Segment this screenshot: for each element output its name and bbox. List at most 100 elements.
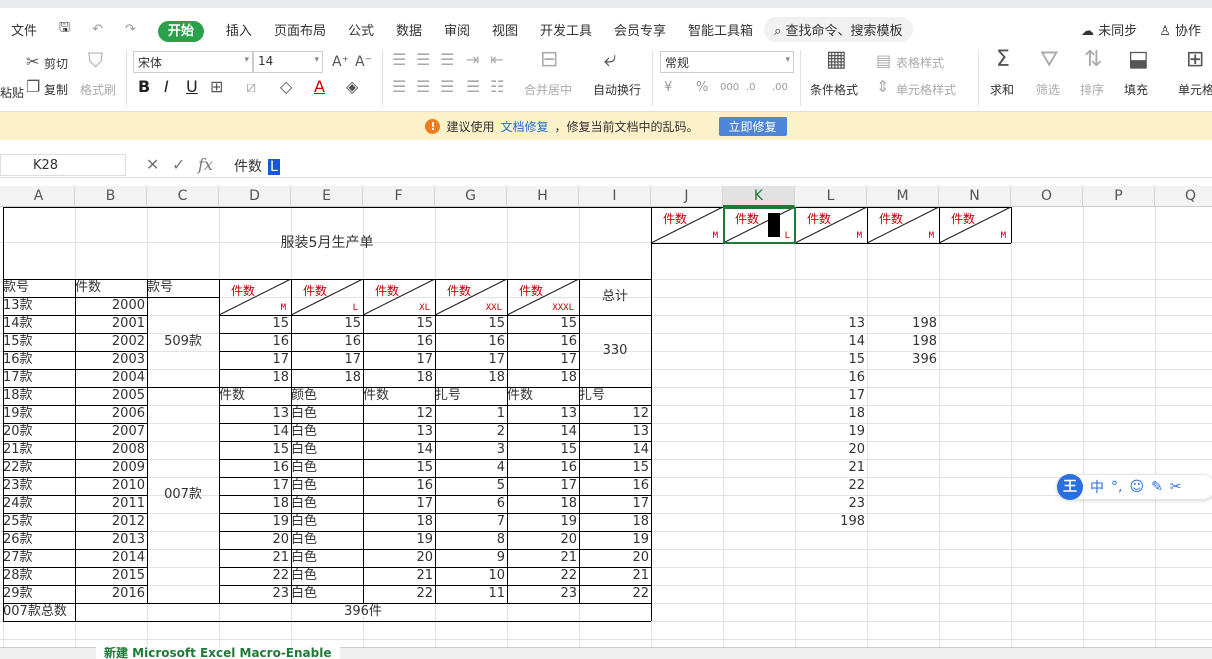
data-cell[interactable]: 13	[363, 423, 435, 441]
column-header-O[interactable]: O	[1011, 186, 1083, 207]
column-header-M[interactable]: M	[867, 186, 939, 207]
qty-cell[interactable]: 2015	[75, 567, 147, 585]
merge-center-button[interactable]: 合并居中	[524, 81, 572, 98]
data-cell[interactable]: 15	[507, 441, 579, 459]
column-header-H[interactable]: H	[507, 186, 579, 207]
confirm-icon[interactable]: ✓	[172, 155, 185, 174]
size-qty-cell[interactable]: 18	[219, 369, 291, 387]
data-cell[interactable]: 17	[579, 495, 651, 513]
spreadsheet-grid[interactable]: 服装5月生产单 款号 件数 款号 件数 M 件数 L 件数 XL 件数 XXL 件数 XXXL 总计 件数 M 件…	[0, 207, 1212, 647]
data-cell[interactable]: 6	[435, 495, 507, 513]
l-cell[interactable]: 22	[795, 477, 867, 495]
column-header-Q[interactable]: Q	[1155, 186, 1212, 207]
l-cell[interactable]: 18	[795, 405, 867, 423]
size-qty-cell[interactable]: 17	[435, 351, 507, 369]
jn-size-header-2[interactable]: 件数 M	[795, 207, 867, 243]
data-cell[interactable]: 2	[435, 423, 507, 441]
sync-button[interactable]: ☁ 未同步	[1070, 20, 1148, 39]
data-cell[interactable]: 23	[219, 585, 291, 603]
data-cell[interactable]: 14	[219, 423, 291, 441]
l-cell[interactable]: 13	[795, 315, 867, 333]
qty-cell[interactable]: 2006	[75, 405, 147, 423]
style-cell[interactable]: 28款	[3, 567, 75, 585]
data-cell[interactable]: 5	[435, 477, 507, 495]
data-cell[interactable]: 13	[219, 405, 291, 423]
sum-button[interactable]: 求和	[990, 81, 1014, 98]
style-cell[interactable]: 27款	[3, 549, 75, 567]
color-cell[interactable]: 白色	[291, 459, 363, 477]
size-header-0[interactable]: 件数 M	[219, 279, 291, 315]
data-cell[interactable]: 18	[507, 495, 579, 513]
l-cell[interactable]: 21	[795, 459, 867, 477]
size-header-4[interactable]: 件数 XXXL	[507, 279, 579, 315]
font-name-select[interactable]: 宋体	[133, 51, 253, 73]
menu-tab-review[interactable]: 审阅	[433, 20, 481, 39]
wrap-text-button[interactable]: 自动换行	[593, 81, 641, 98]
search-box[interactable]: ⌕ 查找命令、搜索模板	[764, 16, 913, 42]
qty-cell[interactable]: 2010	[75, 477, 147, 495]
qty-cell[interactable]: 2004	[75, 369, 147, 387]
cancel-icon[interactable]: ✕	[146, 155, 159, 174]
undo-icon[interactable]: ↶	[81, 22, 114, 37]
color-cell[interactable]: 白色	[291, 423, 363, 441]
menu-tab-0[interactable]: 开始	[147, 20, 215, 42]
menu-tab-formula[interactable]: 公式	[337, 20, 385, 39]
qty-cell[interactable]: 2009	[75, 459, 147, 477]
column-header-N[interactable]: N	[939, 186, 1011, 207]
align-top-icon[interactable]: ☰	[392, 52, 406, 68]
qty-cell[interactable]: 2002	[75, 333, 147, 351]
column-header-J[interactable]: J	[651, 186, 723, 207]
cell-style-button[interactable]: 单元格样式	[896, 81, 956, 98]
sort-button[interactable]: 排序	[1080, 81, 1104, 98]
group2-header[interactable]: 件数	[507, 387, 579, 405]
size-qty-cell[interactable]: 16	[363, 333, 435, 351]
l-cell[interactable]: 23	[795, 495, 867, 513]
group1-label[interactable]: 509款	[147, 297, 219, 387]
number-format-select[interactable]: 常规	[660, 51, 794, 73]
outdent-icon[interactable]: ⇤	[490, 52, 503, 68]
data-cell[interactable]: 18	[219, 495, 291, 513]
m-cell[interactable]: 198	[867, 333, 939, 351]
function-icon[interactable]: fx	[198, 155, 213, 174]
color-cell[interactable]: 白色	[291, 405, 363, 423]
font-size-select[interactable]: 14	[253, 51, 323, 73]
data-cell[interactable]: 20	[507, 531, 579, 549]
style-cell[interactable]: 29款	[3, 585, 75, 603]
size-qty-cell[interactable]: 15	[363, 315, 435, 333]
column-header-K[interactable]: K	[723, 186, 795, 207]
data-cell[interactable]: 17	[219, 477, 291, 495]
data-cell[interactable]: 22	[579, 585, 651, 603]
l-cell[interactable]: 16	[795, 369, 867, 387]
data-cell[interactable]: 9	[435, 549, 507, 567]
doc-repair-link[interactable]: 文档修复	[500, 118, 548, 135]
size-qty-cell[interactable]: 18	[435, 369, 507, 387]
size-qty-cell[interactable]: 15	[219, 315, 291, 333]
increase-font-icon[interactable]: A⁺	[332, 54, 349, 70]
color-cell[interactable]: 白色	[291, 531, 363, 549]
indent-icon[interactable]: ⇥	[466, 52, 479, 68]
color-cell[interactable]: 白色	[291, 477, 363, 495]
style-cell[interactable]: 25款	[3, 513, 75, 531]
menu-tab-toolbox[interactable]: 智能工具箱	[677, 20, 764, 39]
ime-mode[interactable]: 中	[1090, 477, 1104, 497]
distribute-icon[interactable]: ☷	[490, 79, 504, 95]
group1-total[interactable]: 330	[579, 315, 651, 387]
align-center-icon[interactable]: ☰	[416, 79, 430, 95]
column-header-G[interactable]: G	[435, 186, 507, 207]
group2-header[interactable]: 扎号	[579, 387, 651, 405]
color-cell[interactable]: 白色	[291, 549, 363, 567]
sheet-tab[interactable]: 新建 Microsoft Excel Macro-Enable	[96, 647, 340, 659]
justify-icon[interactable]: ☰	[466, 79, 480, 95]
style-cell[interactable]: 24款	[3, 495, 75, 513]
header-total[interactable]: 总计	[579, 279, 651, 315]
tools-icon[interactable]: ✂	[1170, 479, 1182, 495]
conditional-format-button[interactable]: 条件格式	[810, 81, 858, 98]
style-cell[interactable]: 21款	[3, 441, 75, 459]
cut-button[interactable]: 剪切	[44, 55, 68, 72]
header-style[interactable]: 款号	[3, 279, 75, 297]
currency-icon[interactable]: ¥	[664, 80, 672, 96]
data-cell[interactable]: 15	[579, 459, 651, 477]
color-cell[interactable]: 白色	[291, 495, 363, 513]
jn-size-header-1[interactable]: 件数 L	[723, 207, 795, 243]
font-color-icon[interactable]: A	[314, 79, 325, 95]
